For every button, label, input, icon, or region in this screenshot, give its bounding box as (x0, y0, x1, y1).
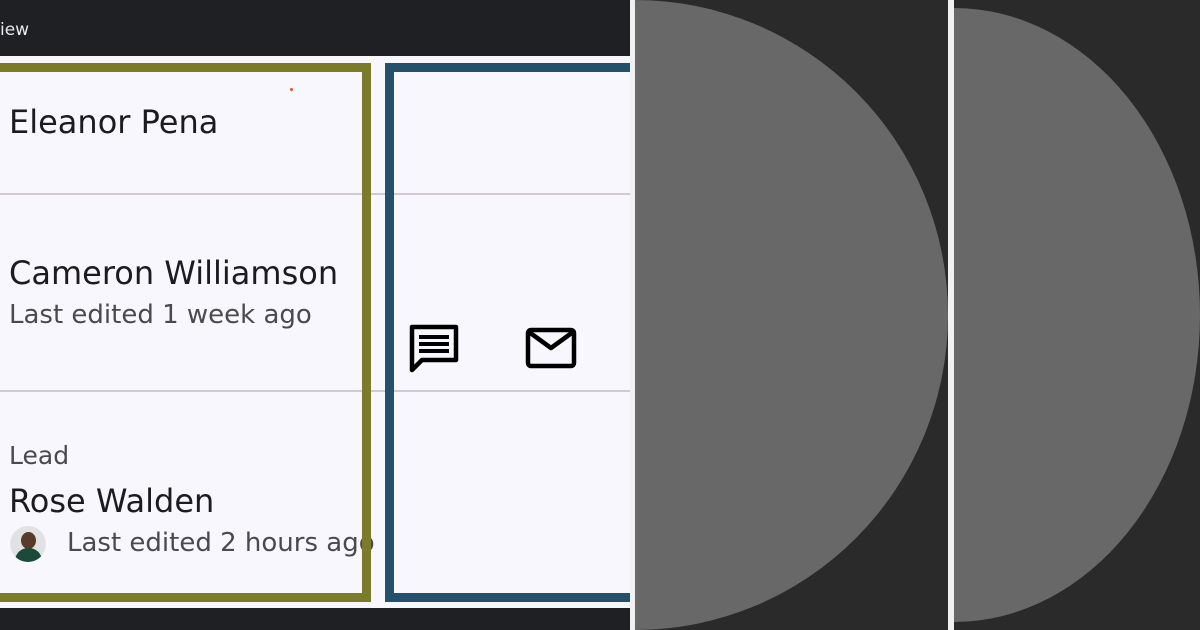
placeholder-circle (954, 8, 1200, 622)
toolbar-title: iew (0, 20, 30, 40)
list-item[interactable]: Lead Rose Walden Last edited 2 hours ago (0, 394, 630, 608)
list-item-subtitle: Last edited 1 week ago (9, 300, 312, 330)
preview-window: iew Eleanor Pena Cameron Williamson Last… (0, 0, 630, 630)
divider (0, 390, 630, 392)
marker-dot (290, 88, 293, 91)
list-item[interactable]: Eleanor Pena (0, 56, 630, 193)
placeholder-panel (635, 0, 948, 630)
placeholder-circle (635, 0, 948, 630)
chat-icon[interactable] (408, 324, 460, 374)
mail-icon[interactable] (525, 326, 577, 370)
list-item-overline: Lead (9, 441, 70, 470)
list-item-subtitle: Last edited 2 hours ago (67, 528, 375, 558)
list-item-name: Eleanor Pena (9, 103, 219, 141)
list-item-name: Rose Walden (9, 482, 215, 520)
list-item-name: Cameron Williamson (9, 254, 339, 292)
preview-bottom-bar (0, 608, 630, 630)
list-preview: Eleanor Pena Cameron Williamson Last edi… (0, 56, 630, 608)
placeholder-panel (954, 0, 1200, 630)
avatar (10, 526, 46, 562)
preview-toolbar: iew (0, 0, 630, 56)
